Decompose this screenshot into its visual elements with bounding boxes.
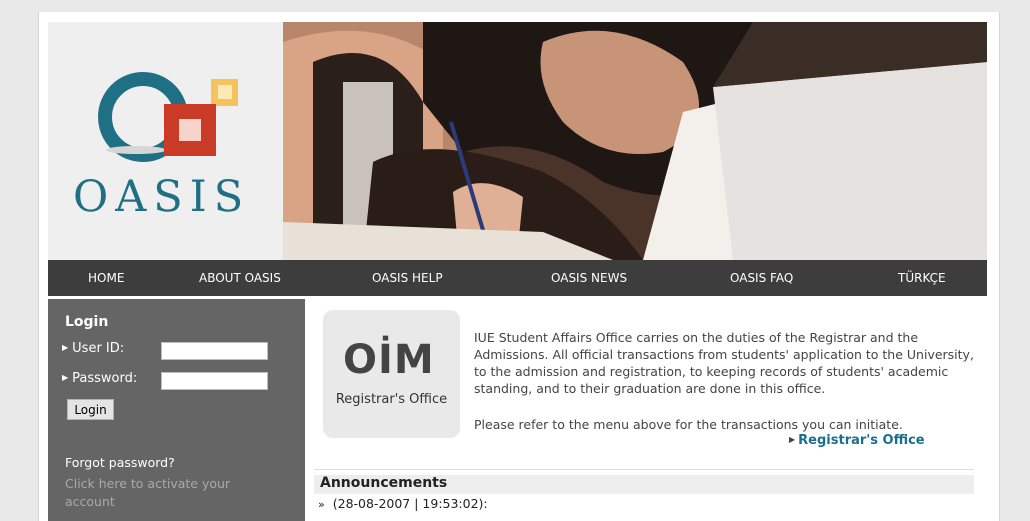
oasis-logo-text: OASIS xyxy=(73,172,251,222)
login-sidebar: Login ▶ User ID: ▶ Password: Login Forgot … xyxy=(48,299,305,521)
header-banner: OASIS xyxy=(48,22,987,260)
bullet-arrow-icon: ▶ xyxy=(789,435,796,444)
oasis-logo-icon xyxy=(98,72,238,162)
registrar-office-link[interactable]: ▶ Registrar's Office xyxy=(789,433,925,448)
login-button[interactable]: Login xyxy=(67,399,114,420)
nav-turkce[interactable]: TÜRKÇE xyxy=(898,260,946,296)
nav-oasis-faq[interactable]: OASIS FAQ xyxy=(730,260,793,296)
banner-photo xyxy=(283,22,987,260)
double-chevron-icon: » xyxy=(318,498,325,511)
forgot-password-link[interactable]: Forgot password? xyxy=(65,455,175,470)
registrar-logo-sub: Registrar's Office xyxy=(335,392,448,407)
bullet-arrow-icon: ▶ xyxy=(62,373,69,382)
nav-oasis-help[interactable]: OASIS HELP xyxy=(372,260,443,296)
oasis-logo[interactable]: OASIS xyxy=(48,22,283,260)
divider xyxy=(314,469,974,470)
registrar-logo-main: OİM xyxy=(343,337,435,383)
announcement-item-text: (28-08-2007 | 19:53:02): xyxy=(332,496,488,511)
announcements-header: Announcements xyxy=(314,475,974,494)
registrar-description: IUE Student Affairs Office carries on th… xyxy=(474,330,974,396)
main-content: OİM Registrar's Office IUE Student Affai… xyxy=(314,299,987,521)
user-id-label-text: User ID: xyxy=(72,341,125,356)
registrar-office-link-text: Registrar's Office xyxy=(798,433,925,448)
user-id-label: ▶ User ID: xyxy=(62,341,124,356)
login-title: Login xyxy=(65,314,109,330)
password-label: ▶ Password: xyxy=(62,371,137,386)
nav-oasis-news[interactable]: OASIS NEWS xyxy=(551,260,627,296)
activate-account-link[interactable]: Click here to activate your account xyxy=(65,475,255,511)
announcements-title: Announcements xyxy=(320,475,448,491)
page-container: OASIS HOME ABOUT OASIS OASIS HELP OASIS … xyxy=(38,12,1000,521)
user-id-input[interactable] xyxy=(161,342,268,360)
password-label-text: Password: xyxy=(72,371,138,386)
registrar-refer-text: Please refer to the menu above for the t… xyxy=(474,417,903,432)
banner-photo-image xyxy=(283,22,987,260)
password-input[interactable] xyxy=(161,372,268,390)
bullet-arrow-icon: ▶ xyxy=(62,343,69,352)
announcement-item[interactable]: » (28-08-2007 | 19:53:02): xyxy=(318,496,488,511)
main-nav: HOME ABOUT OASIS OASIS HELP OASIS NEWS O… xyxy=(48,260,987,296)
nav-home[interactable]: HOME xyxy=(88,260,124,296)
nav-about-oasis[interactable]: ABOUT OASIS xyxy=(199,260,281,296)
registrar-logo: OİM Registrar's Office xyxy=(323,310,460,438)
